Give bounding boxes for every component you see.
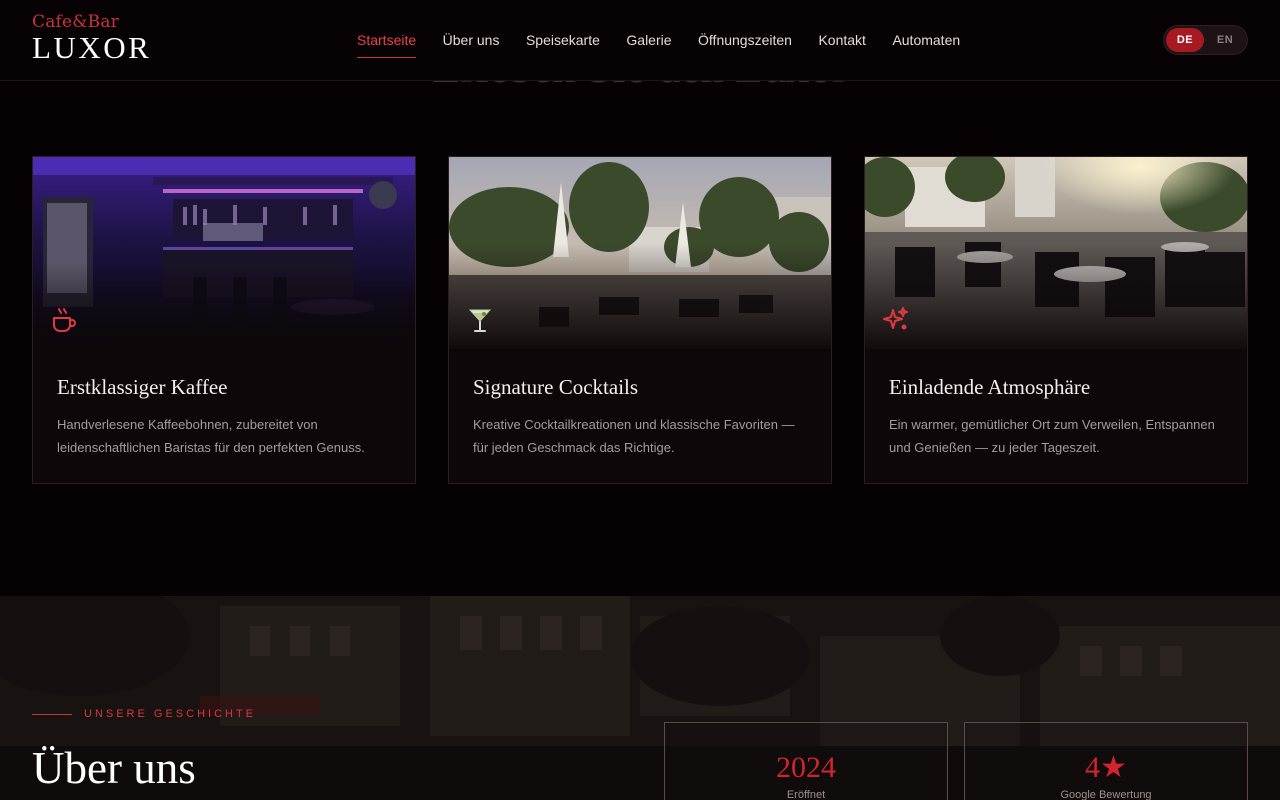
eyebrow-text: UNSERE GESCHICHTE bbox=[84, 708, 257, 720]
feature-card-cocktails: Signature Cocktails Kreative Cocktailkre… bbox=[448, 156, 832, 484]
card-description: Handverlesene Kaffeebohnen, zubereitet v… bbox=[57, 417, 365, 455]
stat-label: Google Bewertung bbox=[1060, 789, 1152, 800]
nav-item-automaten[interactable]: Automaten bbox=[892, 0, 960, 80]
stat-value: 4★ bbox=[1085, 751, 1127, 784]
nav-item-oeffnungszeiten[interactable]: Öffnungszeiten bbox=[698, 0, 792, 80]
card-title: Erstklassiger Kaffee bbox=[57, 375, 228, 399]
brand-name: LUXOR bbox=[32, 30, 152, 65]
coffee-cup-icon bbox=[49, 305, 79, 335]
nav-item-speisekarte[interactable]: Speisekarte bbox=[526, 0, 600, 80]
lang-en-button[interactable]: EN bbox=[1206, 28, 1244, 52]
card-image-bar-interior bbox=[33, 157, 415, 349]
nav-item-galerie[interactable]: Galerie bbox=[626, 0, 671, 80]
top-navigation: Cafe&Bar LUXOR Startseite Über uns Speis… bbox=[0, 0, 1280, 81]
card-description: Kreative Cocktailkreationen und klassisc… bbox=[473, 417, 795, 455]
nav-item-kontakt[interactable]: Kontakt bbox=[818, 0, 865, 80]
stat-label: Eröffnet bbox=[786, 789, 826, 800]
card-title: Signature Cocktails bbox=[473, 375, 639, 399]
stat-value: 2024 bbox=[776, 751, 836, 784]
about-section: UNSERE GESCHICHTE Über uns 2024 Eröffnet… bbox=[0, 596, 1280, 800]
card-description: Ein warmer, gemütlicher Ort zum Verweile… bbox=[889, 417, 1215, 455]
main-menu: Startseite Über uns Speisekarte Galerie … bbox=[357, 0, 987, 80]
brand-logo[interactable]: Cafe&Bar LUXOR bbox=[32, 12, 151, 64]
sparkles-icon bbox=[881, 305, 911, 335]
nav-item-startseite[interactable]: Startseite bbox=[357, 0, 417, 80]
cocktail-glass-icon bbox=[465, 305, 495, 335]
eyebrow-divider bbox=[32, 713, 72, 715]
about-eyebrow: UNSERE GESCHICHTE bbox=[32, 708, 256, 720]
feature-card-coffee: Erstklassiger Kaffee Handverlesene Kaffe… bbox=[32, 156, 416, 484]
lang-de-button[interactable]: DE bbox=[1166, 28, 1204, 52]
card-title: Einladende Atmosphäre bbox=[889, 375, 1091, 399]
stat-card-rating: 4★ Google Bewertung bbox=[964, 722, 1248, 800]
brand-subtitle: Cafe&Bar bbox=[32, 12, 119, 32]
nav-item-ueber-uns[interactable]: Über uns bbox=[443, 0, 500, 80]
stat-card-opened: 2024 Eröffnet bbox=[664, 722, 948, 800]
card-image-square-terrace bbox=[449, 157, 831, 349]
language-switcher: DE EN bbox=[1163, 25, 1248, 55]
feature-card-atmosphere: Einladende Atmosphäre Ein warmer, gemütl… bbox=[864, 156, 1248, 484]
card-image-outdoor-seating bbox=[865, 157, 1247, 349]
about-title: Über uns bbox=[32, 743, 196, 793]
